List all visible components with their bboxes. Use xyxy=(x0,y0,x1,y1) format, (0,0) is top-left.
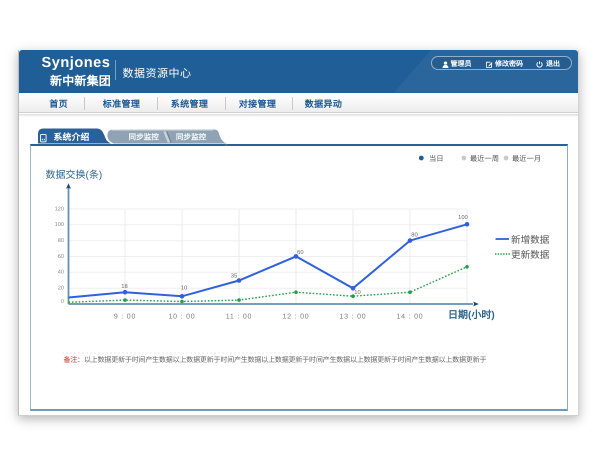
svg-text:9 : 00: 9 : 00 xyxy=(114,313,136,320)
svg-text:10: 10 xyxy=(181,284,187,291)
svg-text:系统介绍: 系统介绍 xyxy=(54,132,90,142)
svg-text:13 : 00: 13 : 00 xyxy=(339,313,366,320)
svg-text:11 : 00: 11 : 00 xyxy=(226,313,253,320)
svg-text:0: 0 xyxy=(61,299,64,305)
svg-text:100: 100 xyxy=(458,214,468,221)
svg-text:日期(小时): 日期(小时) xyxy=(448,309,495,321)
svg-text:40: 40 xyxy=(58,270,64,276)
svg-text:60: 60 xyxy=(58,254,64,260)
svg-text:更新数据: 更新数据 xyxy=(511,249,550,261)
svg-text:10 : 00: 10 : 00 xyxy=(168,313,195,320)
svg-text:当日: 当日 xyxy=(429,154,444,163)
svg-text:20: 20 xyxy=(58,286,64,292)
svg-text:80: 80 xyxy=(58,238,64,244)
svg-text:最近一周: 最近一周 xyxy=(470,154,499,163)
svg-text:10: 10 xyxy=(354,289,360,296)
svg-text:120: 120 xyxy=(55,206,64,212)
svg-text:数据交换(条): 数据交换(条) xyxy=(46,169,103,181)
svg-text:18: 18 xyxy=(121,283,127,290)
svg-text:同步监控: 同步监控 xyxy=(176,133,207,142)
svg-text:同步监控: 同步监控 xyxy=(129,133,160,142)
svg-text:100: 100 xyxy=(55,222,64,228)
svg-text:60: 60 xyxy=(297,249,303,256)
svg-text:新增数据: 新增数据 xyxy=(511,234,550,246)
svg-text:12 : 00: 12 : 00 xyxy=(282,313,309,320)
svg-text:80: 80 xyxy=(411,231,417,238)
svg-text:最近一月: 最近一月 xyxy=(512,154,541,163)
svg-text:35: 35 xyxy=(231,272,237,279)
svg-text:14 : 00: 14 : 00 xyxy=(396,313,423,320)
